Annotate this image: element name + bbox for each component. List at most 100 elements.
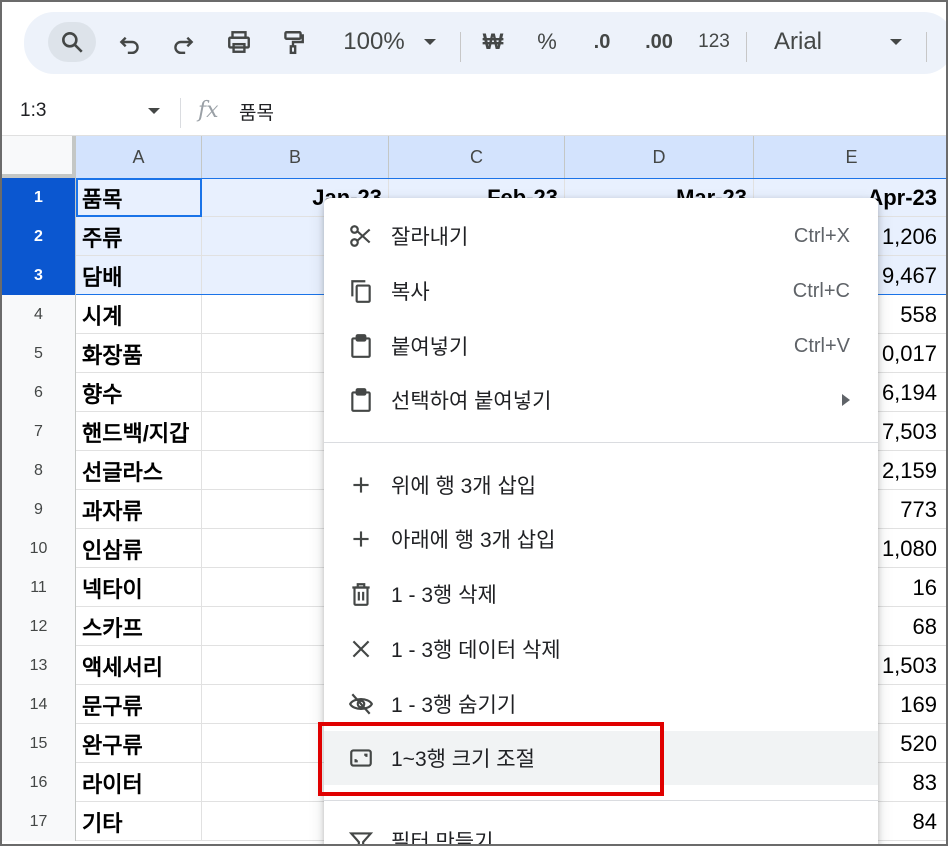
row-header[interactable]: 3 [2,256,76,295]
menu-item-shortcut: Ctrl+X [793,224,850,247]
active-cell-outline [76,178,202,217]
undo-icon[interactable] [114,22,146,62]
cell-a[interactable]: 기타 [76,802,202,841]
column-header-d[interactable]: D [565,136,754,178]
row-header[interactable]: 13 [2,646,76,685]
eye-off-icon [346,689,376,719]
toolbar-divider [460,32,461,62]
more-formats-button[interactable]: 123 [692,22,736,62]
menu-item-label: 1 - 3행 숨기기 [391,694,517,717]
row-header[interactable]: 8 [2,451,76,490]
scissors-icon [346,221,376,251]
row-header[interactable]: 16 [2,763,76,802]
menu-item-shortcut: Ctrl+C [792,279,850,302]
cell-a[interactable]: 문구류 [76,685,202,724]
menu-item-copy[interactable]: 복사 Ctrl+C [324,264,878,318]
close-icon [346,634,376,664]
column-header-row: A B C D E [2,136,946,178]
column-header-e[interactable]: E [754,136,946,178]
select-all-corner[interactable] [2,136,76,178]
menu-item-label: 1 - 3행 데이터 삭제 [391,639,561,662]
zoom-dropdown-icon[interactable] [420,22,440,62]
cell-a[interactable]: 라이터 [76,763,202,802]
column-header-b[interactable]: B [202,136,389,178]
trash-icon [346,579,376,609]
cell-a[interactable]: 시계 [76,295,202,334]
menu-item-paste[interactable]: 붙여넣기 Ctrl+V [324,319,878,373]
menu-item-label: 복사 [391,281,430,304]
cell-a[interactable]: 향수 [76,373,202,412]
search-icon[interactable] [56,22,88,62]
plus-icon [346,524,376,554]
increase-decimal-button[interactable]: .00 [636,22,682,62]
plus-icon [346,470,376,500]
row-header[interactable]: 12 [2,607,76,646]
menu-item-label: 필터 만들기 [391,831,494,846]
row-header[interactable]: 6 [2,373,76,412]
menu-item-label: 잘라내기 [391,226,469,249]
column-header-a[interactable]: A [76,136,202,178]
redo-icon[interactable] [167,22,199,62]
row-header[interactable]: 17 [2,802,76,841]
cell-a[interactable]: 과자류 [76,490,202,529]
spreadsheet-window: 100% ₩ % .0 .00 123 Arial 1:3 fx 품목 A B … [0,0,948,846]
font-select[interactable]: Arial [764,22,844,62]
name-box-dropdown-icon[interactable] [148,108,160,114]
currency-format-button[interactable]: ₩ [476,22,510,62]
row-header[interactable]: 5 [2,334,76,373]
decrease-decimal-button[interactable]: .0 [582,22,622,62]
zoom-select[interactable]: 100% [334,22,414,62]
menu-item-label: 붙여넣기 [391,336,469,359]
highlight-box [318,722,664,796]
row-header[interactable]: 15 [2,724,76,763]
menu-item-cut[interactable]: 잘라내기 Ctrl+X [324,209,878,263]
menu-item-label: 위에 행 3개 삽입 [391,475,537,498]
filter-icon [346,826,376,844]
menu-divider [324,800,878,801]
cell-a[interactable]: 액세서리 [76,646,202,685]
menu-item-insert-below[interactable]: 아래에 행 3개 삽입 [324,512,878,566]
toolbar-divider [746,32,747,62]
fx-icon: fx [198,98,219,123]
menu-item-shortcut: Ctrl+V [793,334,850,357]
row-header[interactable]: 11 [2,568,76,607]
menu-item-label: 1 - 3행 삭제 [391,584,497,607]
row-header[interactable]: 7 [2,412,76,451]
menu-item-delete-rows[interactable]: 1 - 3행 삭제 [324,567,878,621]
row-header[interactable]: 9 [2,490,76,529]
menu-item-create-filter[interactable]: 필터 만들기 [324,814,878,846]
column-header-c[interactable]: C [389,136,565,178]
cell-a[interactable]: 인삼류 [76,529,202,568]
formula-divider [180,98,181,128]
name-box[interactable]: 1:3 [20,100,46,122]
cell-a[interactable]: 화장품 [76,334,202,373]
menu-divider [324,442,878,443]
row-header[interactable]: 1 [2,178,76,217]
clipboard-icon [346,385,376,415]
menu-item-label: 아래에 행 3개 삽입 [391,529,556,552]
formula-input[interactable]: 품목 [239,98,274,125]
cell-a[interactable]: 완구류 [76,724,202,763]
copy-icon [346,276,376,306]
toolbar: 100% ₩ % .0 .00 123 Arial [24,12,946,74]
cell-a[interactable]: 스카프 [76,607,202,646]
row-header[interactable]: 14 [2,685,76,724]
font-dropdown-icon[interactable] [886,22,906,62]
percent-format-button[interactable]: % [530,22,564,62]
cell-a[interactable]: 넥타이 [76,568,202,607]
clipboard-icon [346,331,376,361]
row-header[interactable]: 2 [2,217,76,256]
cell-a[interactable]: 핸드백/지갑 [76,412,202,451]
menu-item-insert-above[interactable]: 위에 행 3개 삽입 [324,458,878,512]
menu-item-paste-special[interactable]: 선택하여 붙여넣기 [324,373,878,427]
toolbar-divider [926,32,927,62]
formula-bar: 1:3 fx 품목 [2,88,946,136]
row-header[interactable]: 4 [2,295,76,334]
menu-item-label: 선택하여 붙여넣기 [391,390,552,413]
submenu-arrow-icon [842,394,850,406]
row-header[interactable]: 10 [2,529,76,568]
menu-item-clear-rows[interactable]: 1 - 3행 데이터 삭제 [324,622,878,676]
paint-format-icon[interactable] [277,22,309,62]
print-icon[interactable] [222,22,256,62]
cell-a[interactable]: 선글라스 [76,451,202,490]
